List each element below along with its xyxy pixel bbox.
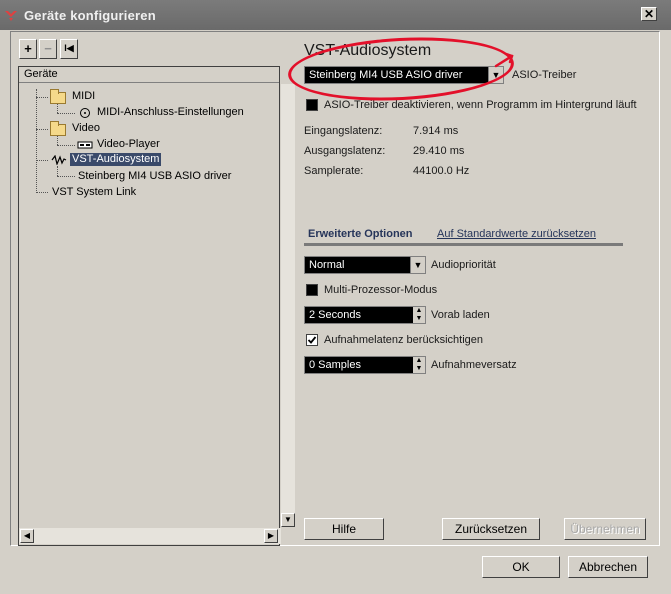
tree-connector <box>57 176 75 177</box>
midi-port-icon <box>80 108 90 118</box>
tree-item-vst-audiosystem[interactable]: VST-Audiosystem <box>70 153 162 166</box>
tree-item-midi-port-settings[interactable]: MIDI-Anschluss-Einstellungen <box>97 106 244 119</box>
tree-connector <box>57 145 75 146</box>
spin-up-icon[interactable]: ▲ <box>413 307 425 315</box>
tree-connector <box>57 166 58 176</box>
chevron-down-icon: ▼ <box>284 515 292 524</box>
tree-connector <box>36 97 48 98</box>
tree-item-video[interactable]: Video <box>72 122 100 135</box>
close-button[interactable]: ✕ <box>641 7 657 21</box>
preload-stepper[interactable]: 2 Seconds ▲ ▼ <box>304 306 426 324</box>
tree-item-video-player[interactable]: Video-Player <box>97 138 160 151</box>
chevron-right-icon: ▶ <box>267 531 275 540</box>
minus-icon: − <box>44 41 52 56</box>
cubase-logo-icon <box>5 11 17 21</box>
tree-connector <box>57 113 75 114</box>
chevron-left-icon: ◀ <box>23 531 31 540</box>
record-offset-value: 0 Samples <box>309 359 361 371</box>
preload-value: 2 Seconds <box>309 309 361 321</box>
apply-button[interactable]: Übernehmen <box>564 518 646 540</box>
tree-item-asio-driver[interactable]: Steinberg MI4 USB ASIO driver <box>78 170 231 183</box>
tree-connector <box>36 160 48 161</box>
tree-item-midi[interactable]: MIDI <box>72 90 95 103</box>
window-title: Geräte konfigurieren <box>24 8 156 23</box>
skip-back-icon: I◀ <box>64 43 74 53</box>
annotation-arrow-icon <box>494 52 514 68</box>
folder-icon <box>50 121 66 136</box>
record-offset-label: Aufnahmeversatz <box>431 359 517 371</box>
audio-priority-select[interactable]: Normal ▼ <box>304 256 426 274</box>
remove-device-button[interactable]: − <box>39 39 57 59</box>
tab-advanced-options[interactable]: Erweiterte Optionen <box>308 228 413 240</box>
preload-label: Vorab laden <box>431 309 490 321</box>
tree-connector <box>36 192 48 193</box>
checkmark-icon <box>307 336 317 344</box>
spin-down-icon[interactable]: ▼ <box>413 315 425 323</box>
scroll-right-button[interactable]: ▶ <box>264 529 278 543</box>
add-device-button[interactable]: + <box>19 39 37 59</box>
input-latency-label: Eingangslatenz: <box>304 125 383 137</box>
asio-driver-label: ASIO-Treiber <box>512 69 577 81</box>
chevron-down-icon: ▼ <box>410 257 425 273</box>
ok-button[interactable]: OK <box>482 556 560 578</box>
audio-priority-value: Normal <box>309 259 345 271</box>
asio-driver-value: Steinberg MI4 USB ASIO driver <box>309 69 463 81</box>
deactivate-asio-label: ASIO-Treiber deaktivieren, wenn Programm… <box>324 99 637 111</box>
input-latency-value: 7.914 ms <box>413 125 459 137</box>
output-latency-value: 29.410 ms <box>413 145 465 157</box>
tree-item-vst-system-link[interactable]: VST System Link <box>52 186 136 199</box>
folder-icon <box>50 89 66 104</box>
reset-device-button[interactable]: I◀ <box>60 39 78 59</box>
tree-vertical-scrollbar[interactable]: ▼ <box>281 84 295 527</box>
reset-defaults-link[interactable]: Auf Standardwerte zurücksetzen <box>437 228 596 240</box>
output-latency-label: Ausgangslatenz: <box>304 145 386 157</box>
scroll-left-button[interactable]: ◀ <box>20 529 34 543</box>
tab-underline <box>304 243 623 246</box>
vst-audio-icon <box>51 155 67 165</box>
tree-connector <box>36 129 48 130</box>
record-offset-stepper[interactable]: 0 Samples ▲ ▼ <box>304 356 426 374</box>
tree-connector <box>57 103 58 113</box>
panel-title: VST-Audiosystem <box>304 42 432 59</box>
record-latency-label: Aufnahmelatenz berücksichtigen <box>324 334 483 346</box>
deactivate-asio-checkbox[interactable] <box>306 99 318 111</box>
device-tree: MIDI MIDI-Anschluss-Einstellungen Video … <box>19 83 279 527</box>
plus-icon: + <box>24 41 32 56</box>
samplerate-value: 44100.0 Hz <box>413 165 470 177</box>
audio-priority-label: Audiopriorität <box>431 259 496 271</box>
samplerate-label: Samplerate: <box>304 165 364 177</box>
spin-up-icon[interactable]: ▲ <box>413 357 425 365</box>
asio-driver-select[interactable]: Steinberg MI4 USB ASIO driver ▼ <box>304 66 504 84</box>
reset-button[interactable]: Zurücksetzen <box>442 518 540 540</box>
video-player-icon <box>77 141 93 149</box>
multiprocessor-label: Multi-Prozessor-Modus <box>324 284 438 296</box>
tree-column-header[interactable]: Geräte <box>19 67 279 83</box>
scroll-down-button[interactable]: ▼ <box>281 513 295 527</box>
tree-connector <box>36 89 37 193</box>
tree-horizontal-scrollbar[interactable]: ◀ ▶ <box>19 528 281 544</box>
multiprocessor-checkbox[interactable] <box>306 284 318 296</box>
record-latency-checkbox[interactable] <box>306 334 318 346</box>
tree-connector <box>57 135 58 145</box>
cancel-button[interactable]: Abbrechen <box>568 556 648 578</box>
help-button[interactable]: Hilfe <box>304 518 384 540</box>
close-icon: ✕ <box>643 7 655 21</box>
spin-down-icon[interactable]: ▼ <box>413 365 425 373</box>
